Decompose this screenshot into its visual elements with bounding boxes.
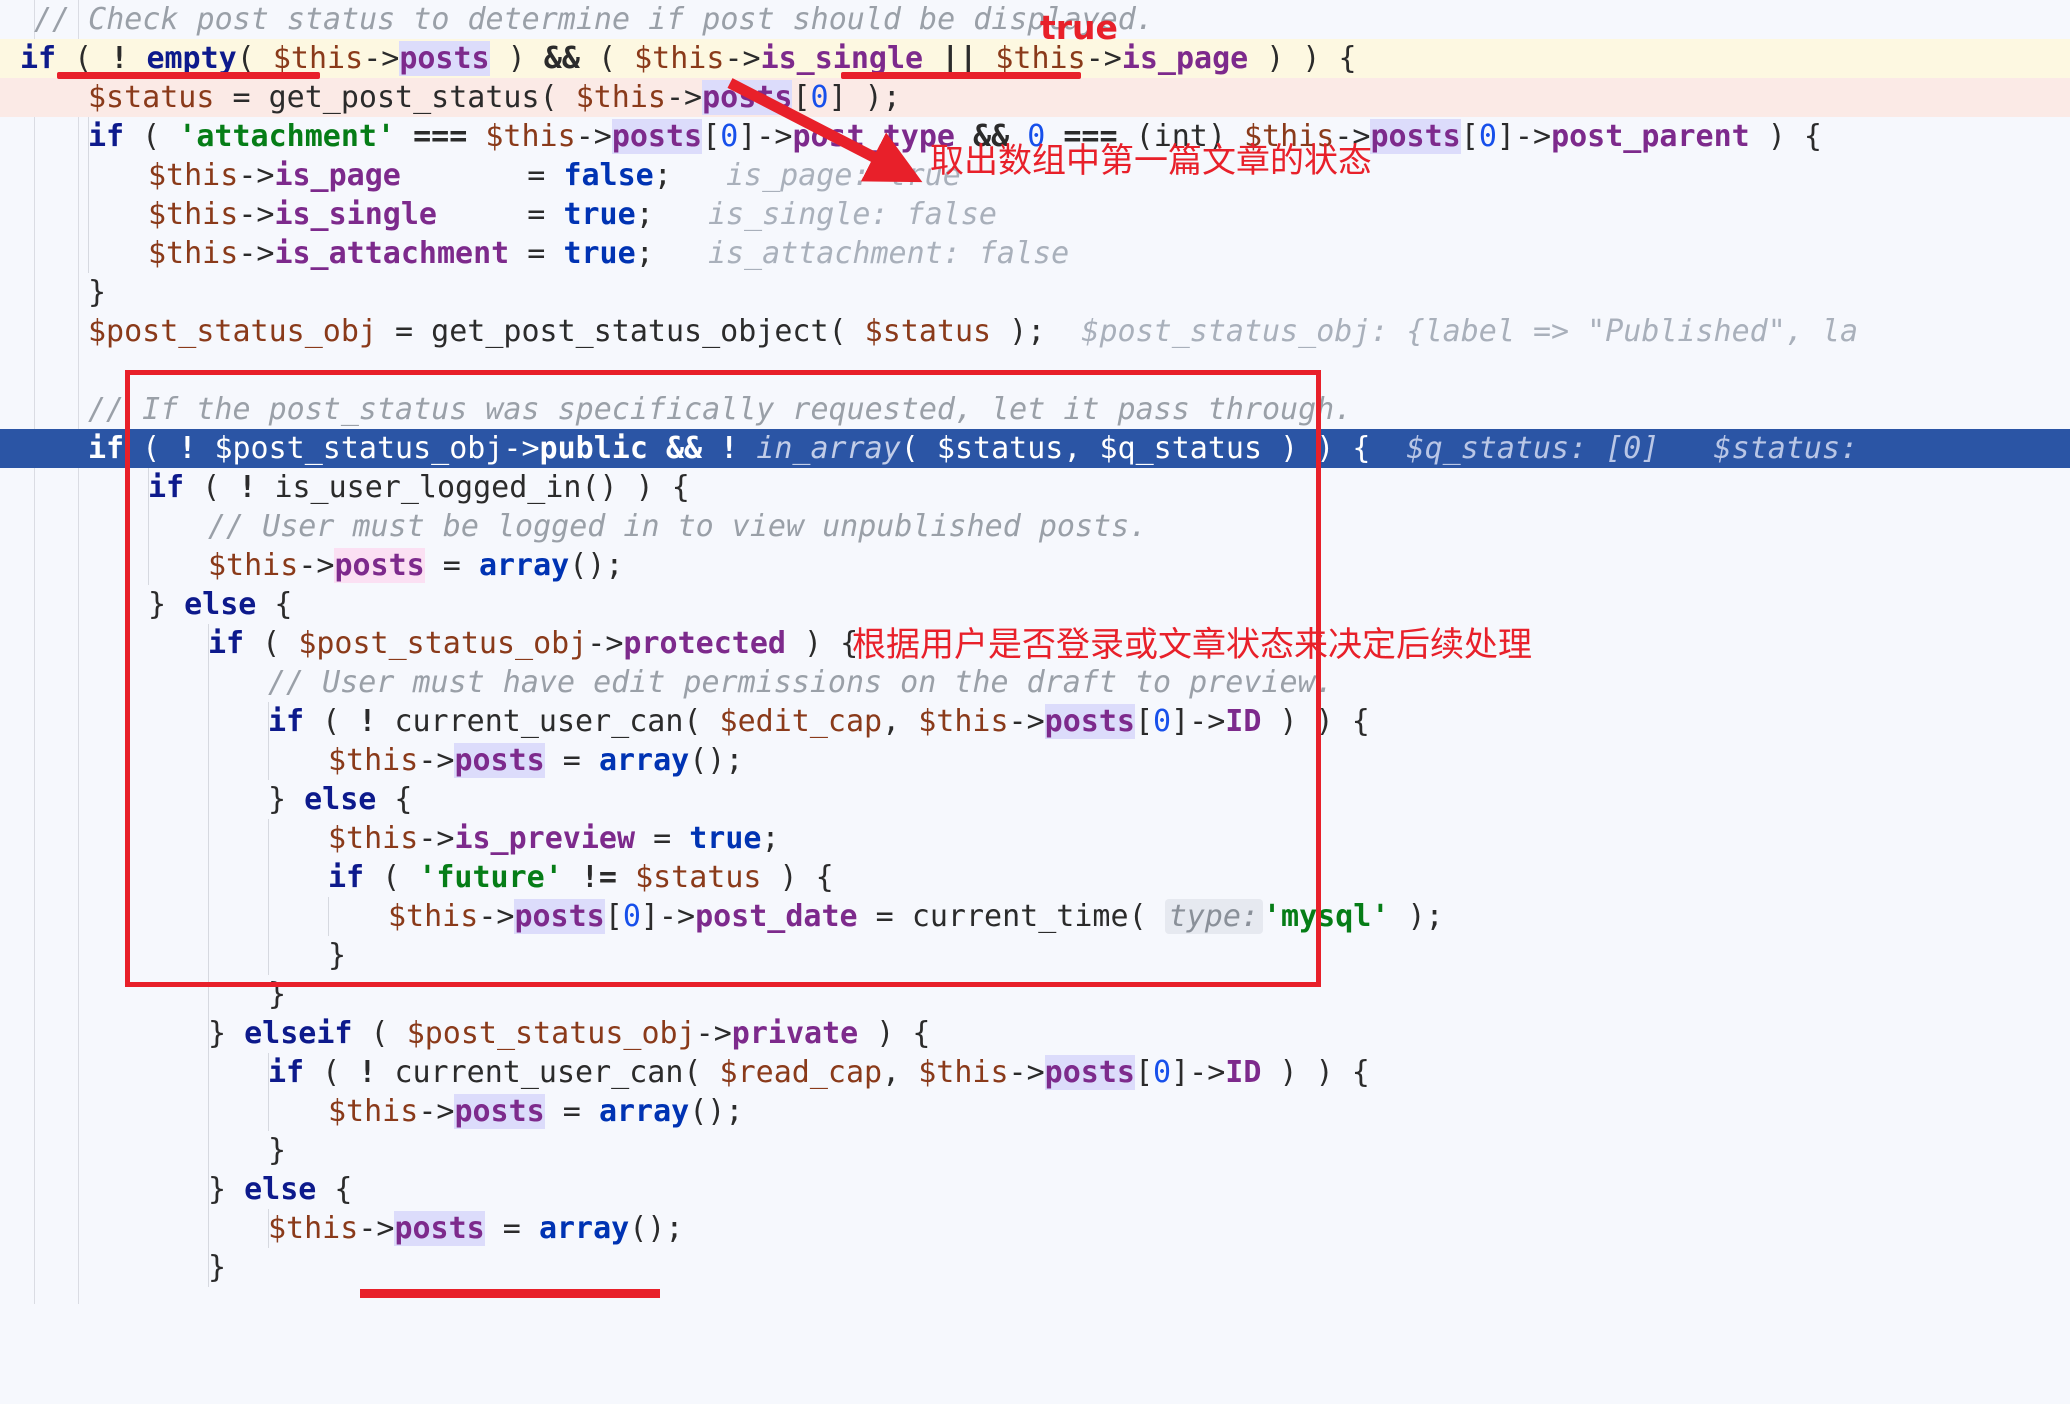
- code-line[interactable]: if ( $post_status_obj->protected ) {: [0, 624, 2070, 663]
- code-line[interactable]: // User must be logged in to view unpubl…: [0, 507, 2070, 546]
- code-line[interactable]: if ( 'attachment' === $this->posts[0]->p…: [0, 117, 2070, 156]
- code-line[interactable]: }: [0, 1248, 2070, 1287]
- code-line[interactable]: if ( 'future' != $status ) {: [0, 858, 2070, 897]
- code-line[interactable]: if ( ! current_user_can( $edit_cap, $thi…: [0, 702, 2070, 741]
- code-line[interactable]: $this->posts = array();: [0, 1209, 2070, 1248]
- code-line[interactable]: // User must have edit permissions on th…: [0, 663, 2070, 702]
- code-line[interactable]: if ( ! current_user_can( $read_cap, $thi…: [0, 1053, 2070, 1092]
- closing-brace: }: [88, 275, 107, 310]
- inline-hint: is_attachment: false: [707, 236, 1070, 271]
- comment-text: // Check post status to determine if pos…: [34, 2, 1154, 37]
- code-line[interactable]: } elseif ( $post_status_obj->private ) {: [0, 1014, 2070, 1053]
- code-line[interactable]: } else {: [0, 1170, 2070, 1209]
- inline-hint: $post_status_obj: {label => "Published",…: [1081, 314, 1859, 349]
- inline-hint: is_page: true: [726, 158, 961, 193]
- code-line-selected[interactable]: if ( ! $post_status_obj->public && ! in_…: [0, 429, 2070, 468]
- code-line[interactable]: $this->is_page = false; is_page: true: [0, 156, 2070, 195]
- code-line[interactable]: } else {: [0, 585, 2070, 624]
- code-line[interactable]: $status = get_post_status( $this->posts[…: [0, 78, 2070, 117]
- code-line[interactable]: // Check post status to determine if pos…: [0, 0, 2070, 39]
- code-editor[interactable]: // Check post status to determine if pos…: [0, 0, 2070, 1304]
- code-line[interactable]: $this->is_preview = true;: [0, 819, 2070, 858]
- code-line[interactable]: $this->posts = array();: [0, 1092, 2070, 1131]
- code-line[interactable]: } else {: [0, 780, 2070, 819]
- code-line[interactable]: if ( ! is_user_logged_in() ) {: [0, 468, 2070, 507]
- comment-text: // User must have edit permissions on th…: [268, 665, 1334, 700]
- code-line[interactable]: $this->is_attachment = true; is_attachme…: [0, 234, 2070, 273]
- code-line[interactable]: $post_status_obj = get_post_status_objec…: [0, 312, 2070, 351]
- code-line[interactable]: }: [0, 936, 2070, 975]
- parameter-hint-chip: type:: [1164, 899, 1263, 934]
- code-line[interactable]: $this->posts[0]->post_date = current_tim…: [0, 897, 2070, 936]
- code-line[interactable]: }: [0, 273, 2070, 312]
- code-line[interactable]: }: [0, 975, 2070, 1014]
- red-underline-bottom: [360, 1289, 660, 1298]
- inline-hint: is_single: false: [707, 197, 997, 232]
- comment-text: // If the post_status was specifically r…: [88, 392, 1353, 427]
- code-line[interactable]: }: [0, 1131, 2070, 1170]
- code-line[interactable]: // If the post_status was specifically r…: [0, 390, 2070, 429]
- comment-text: // User must be logged in to view unpubl…: [208, 509, 1148, 544]
- code-line[interactable]: $this->posts = array();: [0, 741, 2070, 780]
- code-line-current[interactable]: if ( ! empty( $this->posts ) && ( $this-…: [0, 39, 2070, 78]
- inline-hint: $q_status: [0] $status:: [1406, 431, 1859, 466]
- code-line-blank[interactable]: [0, 351, 2070, 390]
- code-line[interactable]: $this->posts = array();: [0, 546, 2070, 585]
- code-line[interactable]: $this->is_single = true; is_single: fals…: [0, 195, 2070, 234]
